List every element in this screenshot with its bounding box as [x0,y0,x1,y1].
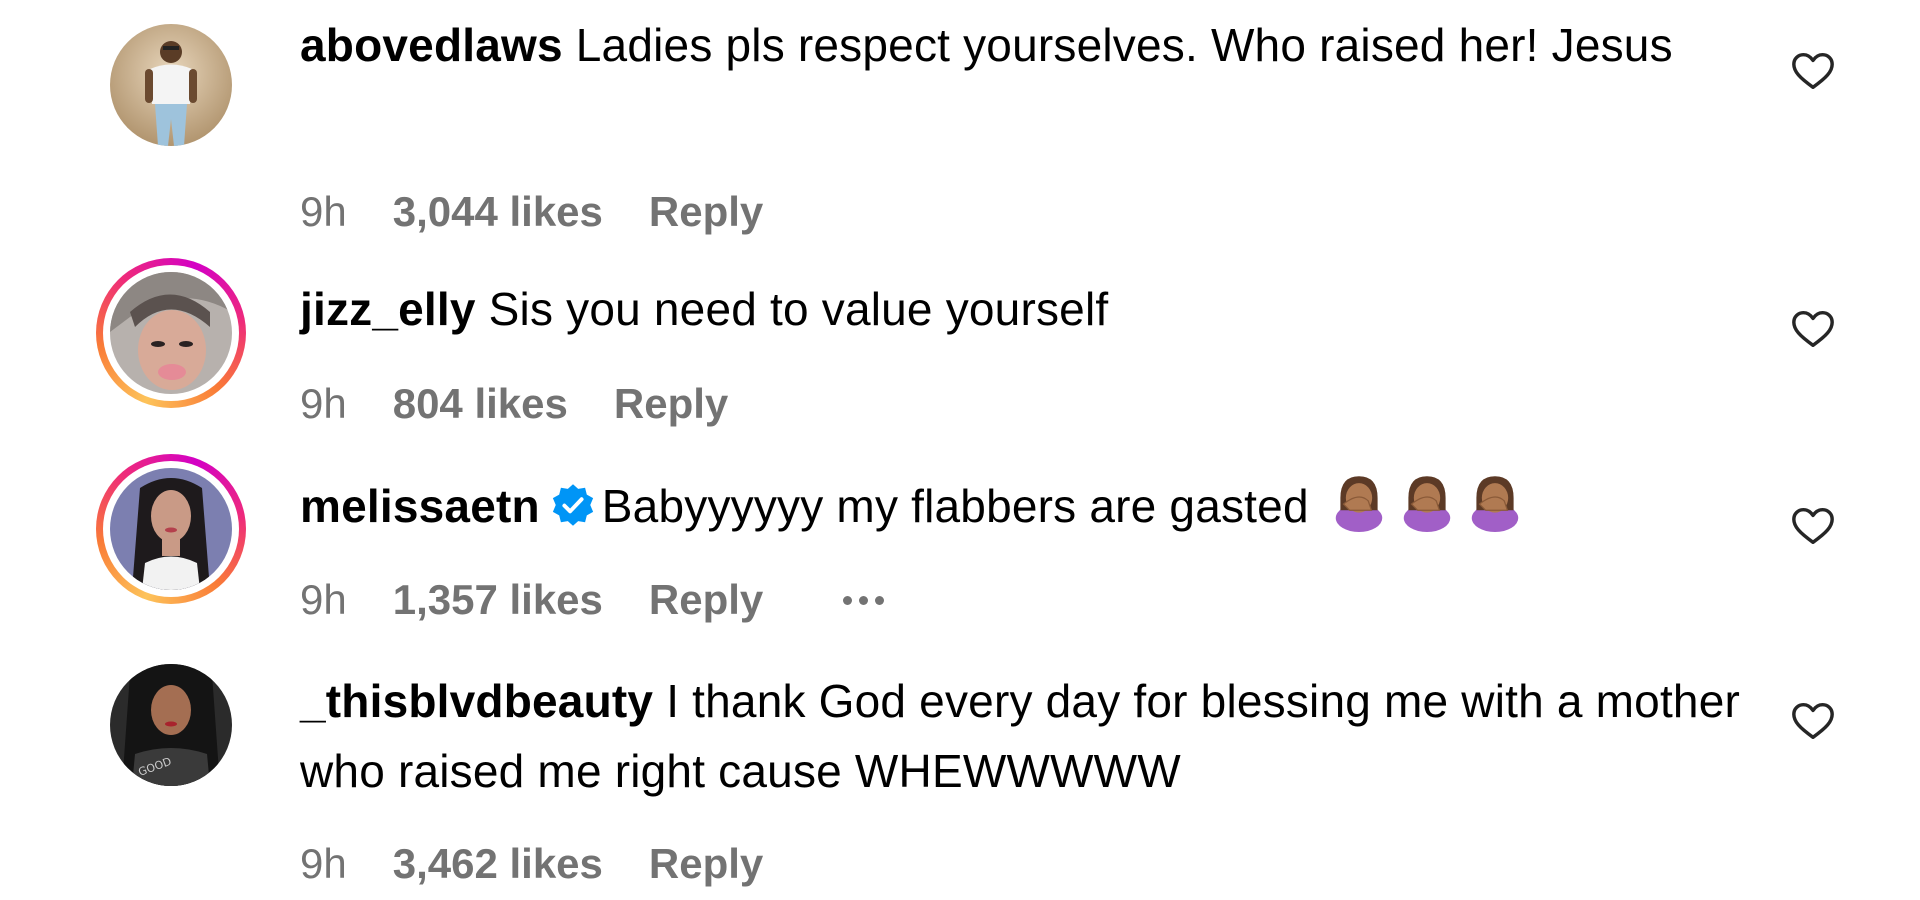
reply-button[interactable]: Reply [614,380,728,428]
comment-text: Babyyyyyy my flabbers are gasted [601,480,1309,532]
comment-time[interactable]: 9h [300,380,347,428]
avatar-image [110,24,232,146]
comment-time[interactable]: 9h [300,576,347,624]
comment-body: jizz_elly Sis you need to value yourself [300,274,1750,344]
comment-likes[interactable]: 1,357 likes [393,576,603,624]
avatar-image [110,468,232,590]
more-horizontal-icon[interactable] [843,595,885,605]
woman-facepalming-icon [1328,470,1390,551]
heart-outline-icon[interactable] [1790,48,1836,94]
verified-badge-icon [552,484,593,526]
comment-meta: 9h 804 likes Reply [300,380,728,428]
comment-body: melissaetn Babyyyyyy my flabbers are gas… [300,470,1750,551]
comment-username[interactable]: jizz_elly [300,283,476,335]
comment-username[interactable]: abovedlaws [300,19,563,71]
comment-meta: 9h 3,462 likes Reply [300,840,763,888]
comment-text: Sis you need to value yourself [488,283,1109,335]
heart-outline-icon[interactable] [1790,698,1836,744]
comment-meta: 9h 1,357 likes Reply [300,576,885,624]
woman-facepalming-icon [1464,470,1526,551]
avatar[interactable]: GOOD [96,650,246,800]
heart-outline-icon[interactable] [1790,503,1836,549]
avatar[interactable] [96,258,246,408]
avatar[interactable] [96,454,246,604]
comment-username[interactable]: _thisblvdbeauty [300,675,653,727]
reply-button[interactable]: Reply [649,188,763,236]
heart-outline-icon[interactable] [1790,306,1836,352]
avatar[interactable] [96,10,246,160]
comment-likes[interactable]: 3,462 likes [393,840,603,888]
comment-body: abovedlaws Ladies pls respect yourselves… [300,10,1750,80]
comment-text: Ladies pls respect yourselves. Who raise… [575,19,1673,71]
comment-likes[interactable]: 3,044 likes [393,188,603,236]
comment-meta: 9h 3,044 likes Reply [300,188,763,236]
story-ring [103,265,239,401]
avatar-image [110,272,232,394]
avatar-image: GOOD [110,664,232,786]
comment-time[interactable]: 9h [300,840,347,888]
woman-facepalming-icon [1396,470,1458,551]
comment-time[interactable]: 9h [300,188,347,236]
reply-button[interactable]: Reply [649,576,763,624]
story-ring [103,461,239,597]
comment-body: _thisblvdbeauty I thank God every day fo… [300,666,1750,806]
comment-likes[interactable]: 804 likes [393,380,568,428]
reply-button[interactable]: Reply [649,840,763,888]
comment-username[interactable]: melissaetn [300,480,540,532]
